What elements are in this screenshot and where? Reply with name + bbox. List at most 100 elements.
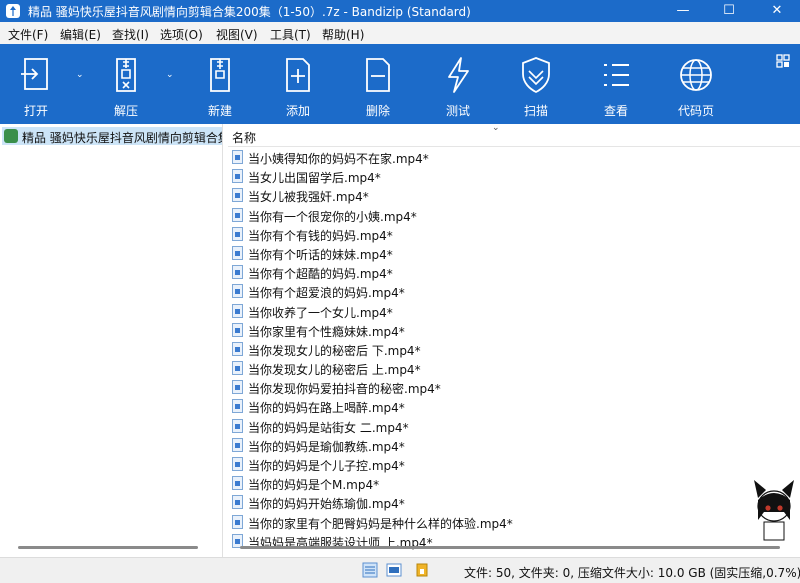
video-file-icon bbox=[232, 418, 243, 433]
toolbar: 打开 ⌄ 解压 ⌄ 新建 添加 删除 测试 扫描 查看 代码页 bbox=[0, 44, 800, 124]
file-list-pane[interactable]: 名称 ⌄ 当小姨得知你的妈妈不在家.mp4* 当女儿出国留学后.mp4* 当女儿被我… bbox=[228, 124, 800, 557]
chevron-down-icon: ⌄ bbox=[76, 70, 84, 80]
file-row[interactable]: 当女儿被我强奸.mp4* bbox=[228, 186, 800, 205]
sort-chevron-icon: ⌄ bbox=[492, 124, 500, 133]
scan-shield-icon bbox=[522, 57, 550, 94]
file-row[interactable]: 当你的妈妈是瑜伽教练.mp4* bbox=[228, 436, 800, 455]
bandizip-app-icon bbox=[6, 4, 20, 18]
extract-label: 解压 bbox=[113, 104, 138, 118]
file-row[interactable]: 当你有一个很宠你的小姨.mp4* bbox=[228, 206, 800, 225]
open-icon bbox=[21, 58, 48, 90]
folder-tree-pane[interactable]: 精品 骚妈快乐屋抖音风剧情向剪辑合集 bbox=[0, 124, 223, 557]
file-row[interactable]: 当你发现你妈爱拍抖音的秘密.mp4* bbox=[228, 378, 800, 397]
video-file-icon bbox=[232, 226, 243, 241]
video-file-icon bbox=[232, 169, 243, 184]
status-bar: 文件: 50, 文件夹: 0, 压缩文件大小: 10.0 GB (固实压缩,0.… bbox=[0, 557, 800, 583]
video-file-icon bbox=[232, 476, 243, 491]
video-file-icon bbox=[232, 265, 243, 280]
video-file-icon bbox=[232, 284, 243, 299]
scan-button[interactable]: 扫描 bbox=[510, 44, 562, 124]
file-name: 当你的妈妈开始练瑜伽.mp4* bbox=[248, 497, 405, 512]
tree-root-item[interactable]: 精品 骚妈快乐屋抖音风剧情向剪辑合集 bbox=[2, 127, 222, 145]
file-row[interactable]: 当你有个超酷的妈妈.mp4* bbox=[228, 263, 800, 282]
lock-icon[interactable] bbox=[414, 562, 430, 578]
delete-button[interactable]: 删除 bbox=[352, 44, 404, 124]
file-name: 当你有一个很宠你的小姨.mp4* bbox=[248, 209, 417, 224]
new-archive-button[interactable]: 新建 bbox=[194, 44, 246, 124]
codepage-button[interactable]: 代码页 bbox=[668, 44, 724, 124]
video-file-icon bbox=[232, 150, 243, 164]
video-file-icon bbox=[232, 437, 243, 452]
menu-edit[interactable]: 编辑(E) bbox=[60, 26, 101, 43]
file-row[interactable]: 当你发现女儿的秘密后 上.mp4* bbox=[228, 359, 800, 378]
file-name: 当你有个超爱浪的妈妈.mp4* bbox=[248, 286, 405, 301]
add-label: 添加 bbox=[285, 104, 310, 118]
file-row[interactable]: 当你有个超爱浪的妈妈.mp4* bbox=[228, 282, 800, 301]
file-name: 当你有个有钱的妈妈.mp4* bbox=[248, 228, 393, 243]
file-row[interactable]: 当小姨得知你的妈妈不在家.mp4* bbox=[228, 148, 800, 167]
open-button[interactable]: 打开 bbox=[10, 44, 62, 124]
video-file-icon bbox=[232, 322, 243, 337]
extract-icon bbox=[116, 58, 136, 92]
maximize-button[interactable]: ☐ bbox=[706, 0, 752, 22]
view-button[interactable]: 查看 bbox=[590, 44, 642, 124]
column-header-name[interactable]: 名称 ⌄ bbox=[228, 124, 800, 147]
file-name: 当你有个超酷的妈妈.mp4* bbox=[248, 267, 393, 282]
video-file-icon bbox=[232, 495, 243, 510]
file-name: 当你的妈妈是瑜伽教练.mp4* bbox=[248, 439, 405, 454]
file-row[interactable]: 当你的妈妈是个儿子控.mp4* bbox=[228, 455, 800, 474]
left-horizontal-scrollbar[interactable] bbox=[18, 546, 198, 549]
menu-view[interactable]: 视图(V) bbox=[216, 26, 258, 43]
extract-dropdown-button[interactable]: ⌄ bbox=[164, 44, 178, 124]
file-row[interactable]: 当你的妈妈在路上喝醉.mp4* bbox=[228, 397, 800, 416]
open-dropdown-button[interactable]: ⌄ bbox=[74, 44, 88, 124]
video-file-icon bbox=[232, 457, 243, 471]
close-button[interactable]: ✕ bbox=[754, 0, 800, 22]
details-view-icon[interactable] bbox=[362, 562, 378, 578]
right-horizontal-scrollbar[interactable] bbox=[240, 546, 780, 549]
file-row[interactable]: 当你有个有钱的妈妈.mp4* bbox=[228, 225, 800, 244]
menu-find[interactable]: 查找(I) bbox=[112, 26, 149, 43]
file-row[interactable]: 当女儿出国留学后.mp4* bbox=[228, 167, 800, 186]
file-row[interactable]: 当你的家里有个肥臀妈妈是种什么样的体验.mp4* bbox=[228, 513, 800, 532]
file-name: 当小姨得知你的妈妈不在家.mp4* bbox=[248, 152, 429, 166]
video-file-icon bbox=[232, 380, 243, 395]
menu-options[interactable]: 选项(O) bbox=[160, 26, 203, 43]
file-row[interactable]: 当你收养了一个女儿.mp4* bbox=[228, 302, 800, 321]
add-button[interactable]: 添加 bbox=[272, 44, 324, 124]
video-file-icon bbox=[232, 361, 243, 376]
add-file-icon bbox=[286, 58, 310, 92]
file-list: 当小姨得知你的妈妈不在家.mp4* 当女儿出国留学后.mp4* 当女儿被我强奸.mp… bbox=[228, 148, 800, 551]
video-file-icon bbox=[232, 188, 243, 203]
column-name-label: 名称 bbox=[232, 131, 257, 145]
layout-grid-icon[interactable] bbox=[776, 54, 790, 68]
video-file-icon bbox=[232, 341, 243, 356]
file-row[interactable]: 当你的妈妈开始练瑜伽.mp4* bbox=[228, 493, 800, 512]
menu-help[interactable]: 帮助(H) bbox=[322, 26, 364, 43]
menu-tools[interactable]: 工具(T) bbox=[270, 26, 311, 43]
delete-file-icon bbox=[366, 58, 390, 92]
file-name: 当你发现女儿的秘密后 上.mp4* bbox=[248, 363, 421, 378]
test-button[interactable]: 测试 bbox=[432, 44, 484, 124]
preview-pane-icon[interactable] bbox=[386, 562, 402, 578]
archive-icon bbox=[4, 129, 18, 143]
menu-file[interactable]: 文件(F) bbox=[8, 26, 48, 43]
test-label: 测试 bbox=[445, 104, 470, 118]
video-file-icon bbox=[232, 245, 243, 260]
file-row[interactable]: 当你发现女儿的秘密后 下.mp4* bbox=[228, 340, 800, 359]
delete-label: 删除 bbox=[365, 104, 390, 118]
video-file-icon bbox=[232, 514, 243, 529]
title-bar: 精品 骚妈快乐屋抖音风剧情向剪辑合集200集（1-50）.7z - Bandiz… bbox=[0, 0, 800, 22]
file-name: 当你的妈妈是站街女 二.mp4* bbox=[248, 420, 409, 435]
codepage-globe-icon bbox=[680, 59, 712, 91]
file-name: 当你有个听话的妹妹.mp4* bbox=[248, 247, 393, 262]
file-row[interactable]: 当你家里有个性瘾妹妹.mp4* bbox=[228, 321, 800, 340]
file-row[interactable]: 当你的妈妈是个M.mp4* bbox=[228, 474, 800, 493]
extract-button[interactable]: 解压 bbox=[100, 44, 152, 124]
file-row[interactable]: 当你有个听话的妹妹.mp4* bbox=[228, 244, 800, 263]
menu-bar: 文件(F) 编辑(E) 查找(I) 选项(O) 视图(V) 工具(T) 帮助(H… bbox=[0, 22, 800, 44]
file-row[interactable]: 当你的妈妈是站街女 二.mp4* bbox=[228, 417, 800, 436]
file-name: 当你的妈妈是个儿子控.mp4* bbox=[248, 459, 405, 473]
minimize-button[interactable]: — bbox=[660, 0, 706, 22]
tree-root-label: 精品 骚妈快乐屋抖音风剧情向剪辑合集 bbox=[22, 131, 222, 145]
